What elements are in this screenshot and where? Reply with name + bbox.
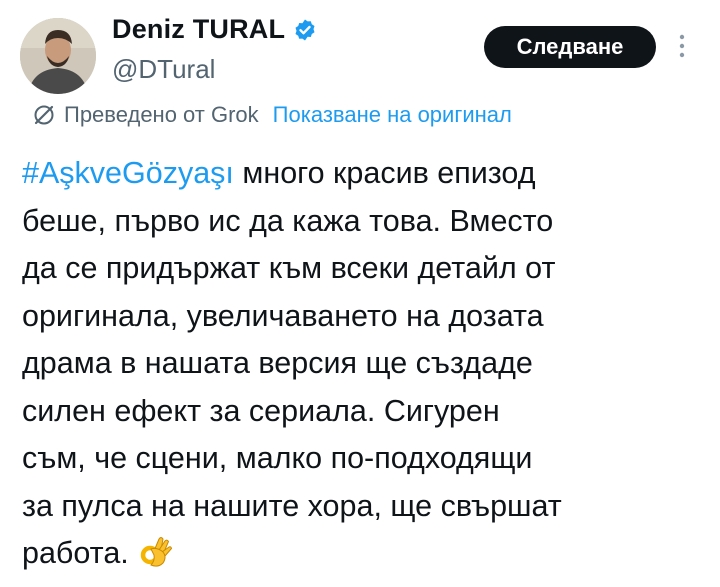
- tweet-line: да се придържат към всеки детайл от: [22, 251, 556, 285]
- tweet-line: оригинала, увеличаването на дозата: [22, 298, 544, 333]
- tweet-line-text: много красив епизод: [233, 156, 536, 190]
- avatar[interactable]: [20, 18, 96, 94]
- tweet-line: работа.: [22, 530, 712, 578]
- author-name-row: Deniz TURAL: [112, 14, 317, 45]
- tweet-line: съм, че сцени, малко по-подходящи: [22, 441, 533, 475]
- show-original-link[interactable]: Показване на оригинал: [273, 102, 512, 128]
- author-display-name[interactable]: Deniz TURAL: [112, 14, 285, 45]
- ok-hand-emoji-icon: [139, 535, 173, 569]
- tweet-line: драма в нашата версия ще създаде: [22, 346, 533, 380]
- tweet-line: #AşkveGözyaşı много красив епизод: [22, 150, 712, 198]
- tweet-text: #AşkveGözyaşı много красив епизод беше, …: [22, 150, 712, 578]
- translation-notice: Преведено от Grok Показване на оригинал: [32, 102, 512, 128]
- tweet-line: силен ефект за сериала. Сигурен: [22, 393, 500, 428]
- translated-by-label: Преведено от Grok: [64, 102, 259, 127]
- tweet-line: беше, първо ис да кажа това. Вместо: [22, 203, 554, 238]
- hashtag-link[interactable]: #AşkveGözyaşı: [22, 156, 234, 190]
- translate-icon: [32, 103, 56, 127]
- more-vertical-icon[interactable]: [676, 32, 688, 60]
- follow-button[interactable]: Следване: [484, 26, 656, 68]
- tweet-line-text: работа.: [22, 536, 129, 570]
- tweet-line: за пулса на нашите хора, ще свършат: [22, 488, 562, 523]
- author-handle[interactable]: @DTural: [112, 54, 215, 85]
- verified-badge-icon[interactable]: [293, 18, 317, 42]
